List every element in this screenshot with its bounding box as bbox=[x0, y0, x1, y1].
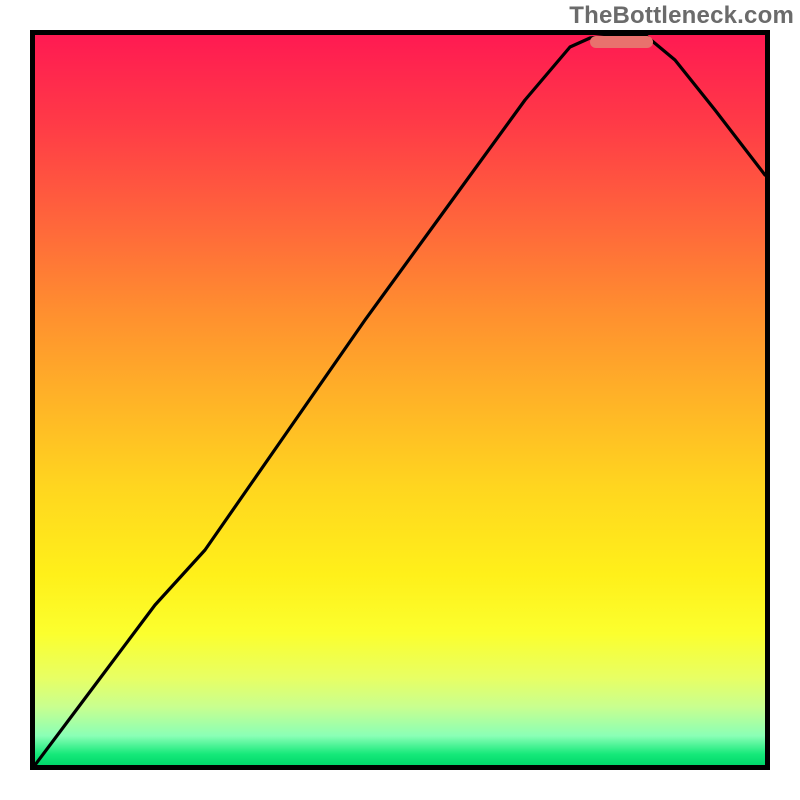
watermark-text: TheBottleneck.com bbox=[569, 2, 794, 30]
chart-frame bbox=[30, 30, 770, 770]
curve-path bbox=[35, 35, 765, 765]
chart-stage: TheBottleneck.com bbox=[0, 0, 800, 800]
optimal-marker bbox=[590, 36, 653, 48]
chart-svg bbox=[35, 35, 765, 765]
